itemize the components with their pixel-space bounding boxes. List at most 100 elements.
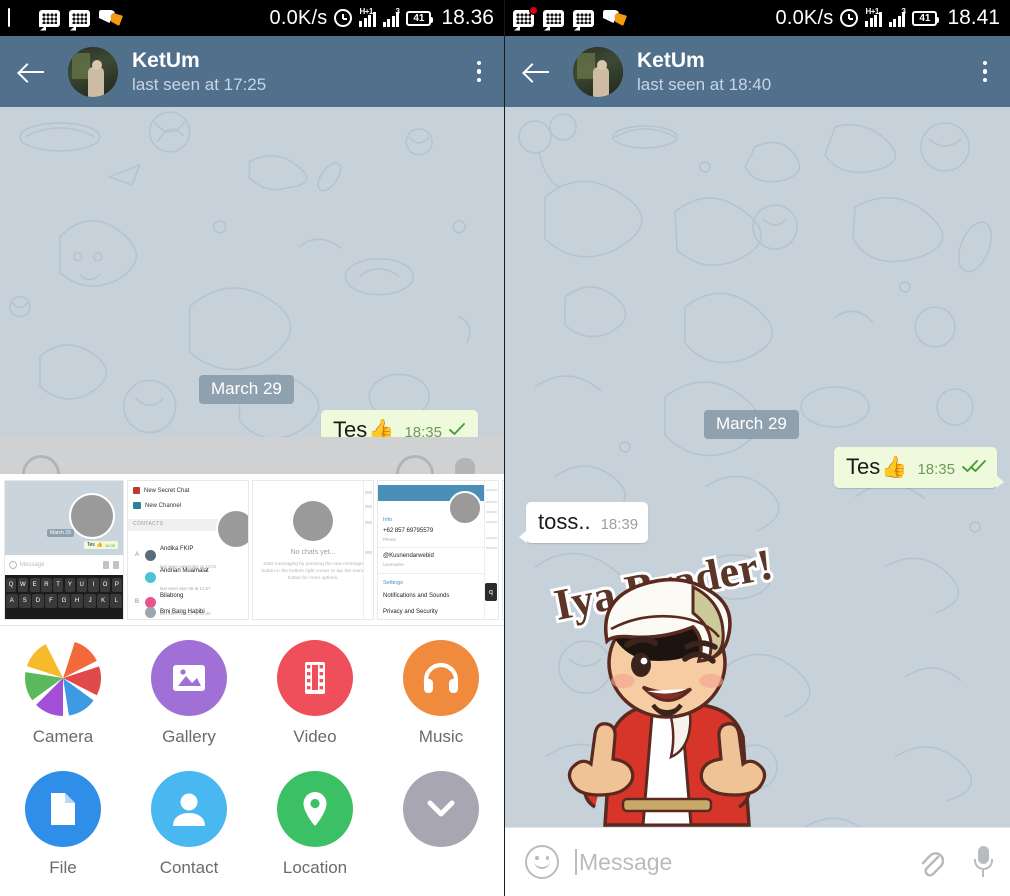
message-bubble-outgoing[interactable]: Tes 👍 18:35: [834, 447, 1004, 488]
status-clock: 18.41: [947, 6, 1000, 29]
header-text: KetUm last seen at 18:40: [637, 49, 771, 95]
bird-icon: [603, 9, 627, 27]
bbm-icon: [69, 9, 90, 27]
attachment-collapse[interactable]: [378, 771, 504, 878]
gallery-thumbnail-empty-chats[interactable]: No chats yet... Start messaging by press…: [252, 480, 374, 620]
recent-screenshots-strip[interactable]: March 29 Tes 👍 18:35 Message QWERTYUIOP …: [0, 474, 504, 626]
bbm-icon: [573, 9, 594, 27]
back-arrow-icon[interactable]: [18, 61, 46, 83]
avatar[interactable]: [573, 46, 623, 97]
message-bubble-incoming[interactable]: toss.. 18:39: [519, 502, 649, 543]
right-screen: 0.0K/s H+1 3 41 18.41 KetUm last seen at…: [505, 0, 1010, 896]
thumb-contact-name: Andrian Muamalat: [160, 568, 209, 574]
attachment-label: File: [49, 858, 77, 877]
thumb-alpha: A: [134, 552, 139, 558]
attachment-actions-grid: Camera Gallery Video Music File Contact …: [0, 626, 504, 896]
status-system-icons: 0.0K/s H+1 3 41 18.36: [270, 6, 494, 30]
thumb-keyboard-key: q: [485, 583, 497, 601]
battery-level: 41: [919, 12, 931, 24]
header-text: KetUm last seen at 17:25: [132, 49, 266, 95]
thumb-bubble-text: Tes: [86, 542, 95, 548]
attachment-video[interactable]: Video: [252, 640, 378, 747]
date-chip: March 29: [704, 410, 799, 439]
message-input-bar: Message: [505, 827, 1010, 896]
attachment-label: Gallery: [162, 727, 216, 746]
back-arrow-icon[interactable]: [523, 61, 551, 83]
signal-bars-icon-1: H+1: [865, 7, 882, 27]
message-input[interactable]: Message: [575, 849, 918, 876]
attachment-label: Music: [418, 727, 464, 746]
date-chip: March 29: [199, 375, 294, 404]
covered-input-row: [0, 437, 504, 474]
attachment-label: Contact: [159, 858, 219, 877]
message-time: 18:39: [600, 516, 639, 533]
file-document-icon: [25, 771, 101, 847]
contact-name: KetUm: [637, 48, 705, 72]
message-text: Tes: [846, 454, 881, 479]
attachment-row-1: Camera Gallery Video Music: [0, 640, 504, 747]
right-status-bar: 0.0K/s H+1 3 41 18.41: [505, 0, 1010, 36]
thumb-mic-icon: [113, 561, 119, 569]
bbm-icon: [39, 9, 60, 27]
attachment-location[interactable]: Location: [252, 771, 378, 878]
contact-status: last seen at 18:40: [637, 74, 772, 94]
signal-bars-icon-1: H+1: [359, 7, 376, 27]
paperclip-icon[interactable]: [918, 847, 944, 877]
attachment-label: Video: [293, 727, 337, 746]
keyboard-icon: [8, 8, 30, 27]
contact-person-icon: [151, 771, 227, 847]
thumb-lock-icon: [133, 487, 140, 494]
thumb-username-caption: Username: [383, 562, 404, 567]
gallery-thumbnail-contacts[interactable]: New Secret Chat New Channel CONTACTS A A…: [127, 480, 249, 620]
thumb-new-channel: New Channel: [145, 502, 182, 509]
kebab-menu-icon[interactable]: [974, 58, 996, 86]
gallery-thumbnail-partial[interactable]: [502, 480, 504, 620]
attachment-file[interactable]: File: [0, 771, 126, 878]
thumb-info-label: Info: [383, 517, 393, 523]
thumb-empty-body: Start messaging by pressing the new mess…: [261, 562, 365, 582]
thumb-date-chip: March 29: [47, 529, 74, 537]
thumbs-up-emoji: 👍: [881, 456, 908, 479]
sticker-message[interactable]: Iya Brader!: [515, 537, 815, 896]
thumb-contact-name: Andika FKIP: [160, 546, 194, 552]
thumb-bubble-emoji: 👍: [96, 542, 103, 548]
thumb-input-row: Message: [5, 555, 123, 575]
message-placeholder: Message: [579, 848, 673, 875]
screenshot-pair: 0.0K/s H+1 3 41 18.36 KetUm last seen at…: [0, 0, 1010, 896]
thumb-bubble-time: 18:35: [104, 542, 115, 548]
attachment-contact[interactable]: Contact: [126, 771, 252, 878]
smiley-icon[interactable]: [525, 845, 559, 879]
kebab-menu-icon[interactable]: [468, 58, 490, 86]
bbm-icon-badged: [513, 5, 538, 27]
delivery-double-tick-icon: [961, 459, 987, 478]
network-speed: 0.0K/s: [775, 6, 834, 29]
network-speed: 0.0K/s: [269, 6, 328, 29]
microphone-icon[interactable]: [974, 846, 993, 878]
status-system-icons: 0.0K/s H+1 3 41 18.41: [776, 6, 1000, 30]
right-chat-header: KetUm last seen at 18:40: [505, 36, 1010, 107]
music-headphone-icon: [403, 640, 479, 716]
signal-bars-icon-2: 3: [888, 7, 906, 27]
thumb-username-value: @Kusnendarwebid: [383, 553, 434, 559]
contact-name: KetUm: [132, 48, 200, 72]
thumb-input-placeholder: Message: [20, 562, 45, 568]
thumb-contacts-section: CONTACTS: [133, 521, 164, 527]
status-notification-icons: [8, 8, 123, 27]
video-film-icon: [277, 640, 353, 716]
alarm-icon: [840, 9, 859, 27]
attachment-music[interactable]: Music: [378, 640, 504, 747]
sticker-image: Iya Brader!: [547, 537, 780, 827]
attachment-panel: March 29 Tes 👍 18:35 Message QWERTYUIOP …: [0, 437, 504, 896]
message-time: 18:35: [917, 461, 955, 478]
status-clock: 18.36: [441, 6, 494, 29]
battery-icon: 41: [406, 10, 434, 26]
attachment-camera[interactable]: Camera: [0, 640, 126, 747]
avatar[interactable]: [68, 46, 118, 97]
thumb-notifications-item: Notifications and Sounds: [383, 593, 450, 599]
camera-shutter-icon: [25, 640, 101, 716]
left-screen: 0.0K/s H+1 3 41 18.36 KetUm last seen at…: [0, 0, 505, 896]
message-text: toss..: [538, 509, 591, 534]
gallery-thumbnail-chat[interactable]: March 29 Tes 👍 18:35 Message QWERTYUIOP …: [4, 480, 124, 620]
gallery-thumbnail-settings[interactable]: Info +62 857 69795579 Phone @Kusnendarwe…: [377, 480, 499, 620]
attachment-gallery[interactable]: Gallery: [126, 640, 252, 747]
